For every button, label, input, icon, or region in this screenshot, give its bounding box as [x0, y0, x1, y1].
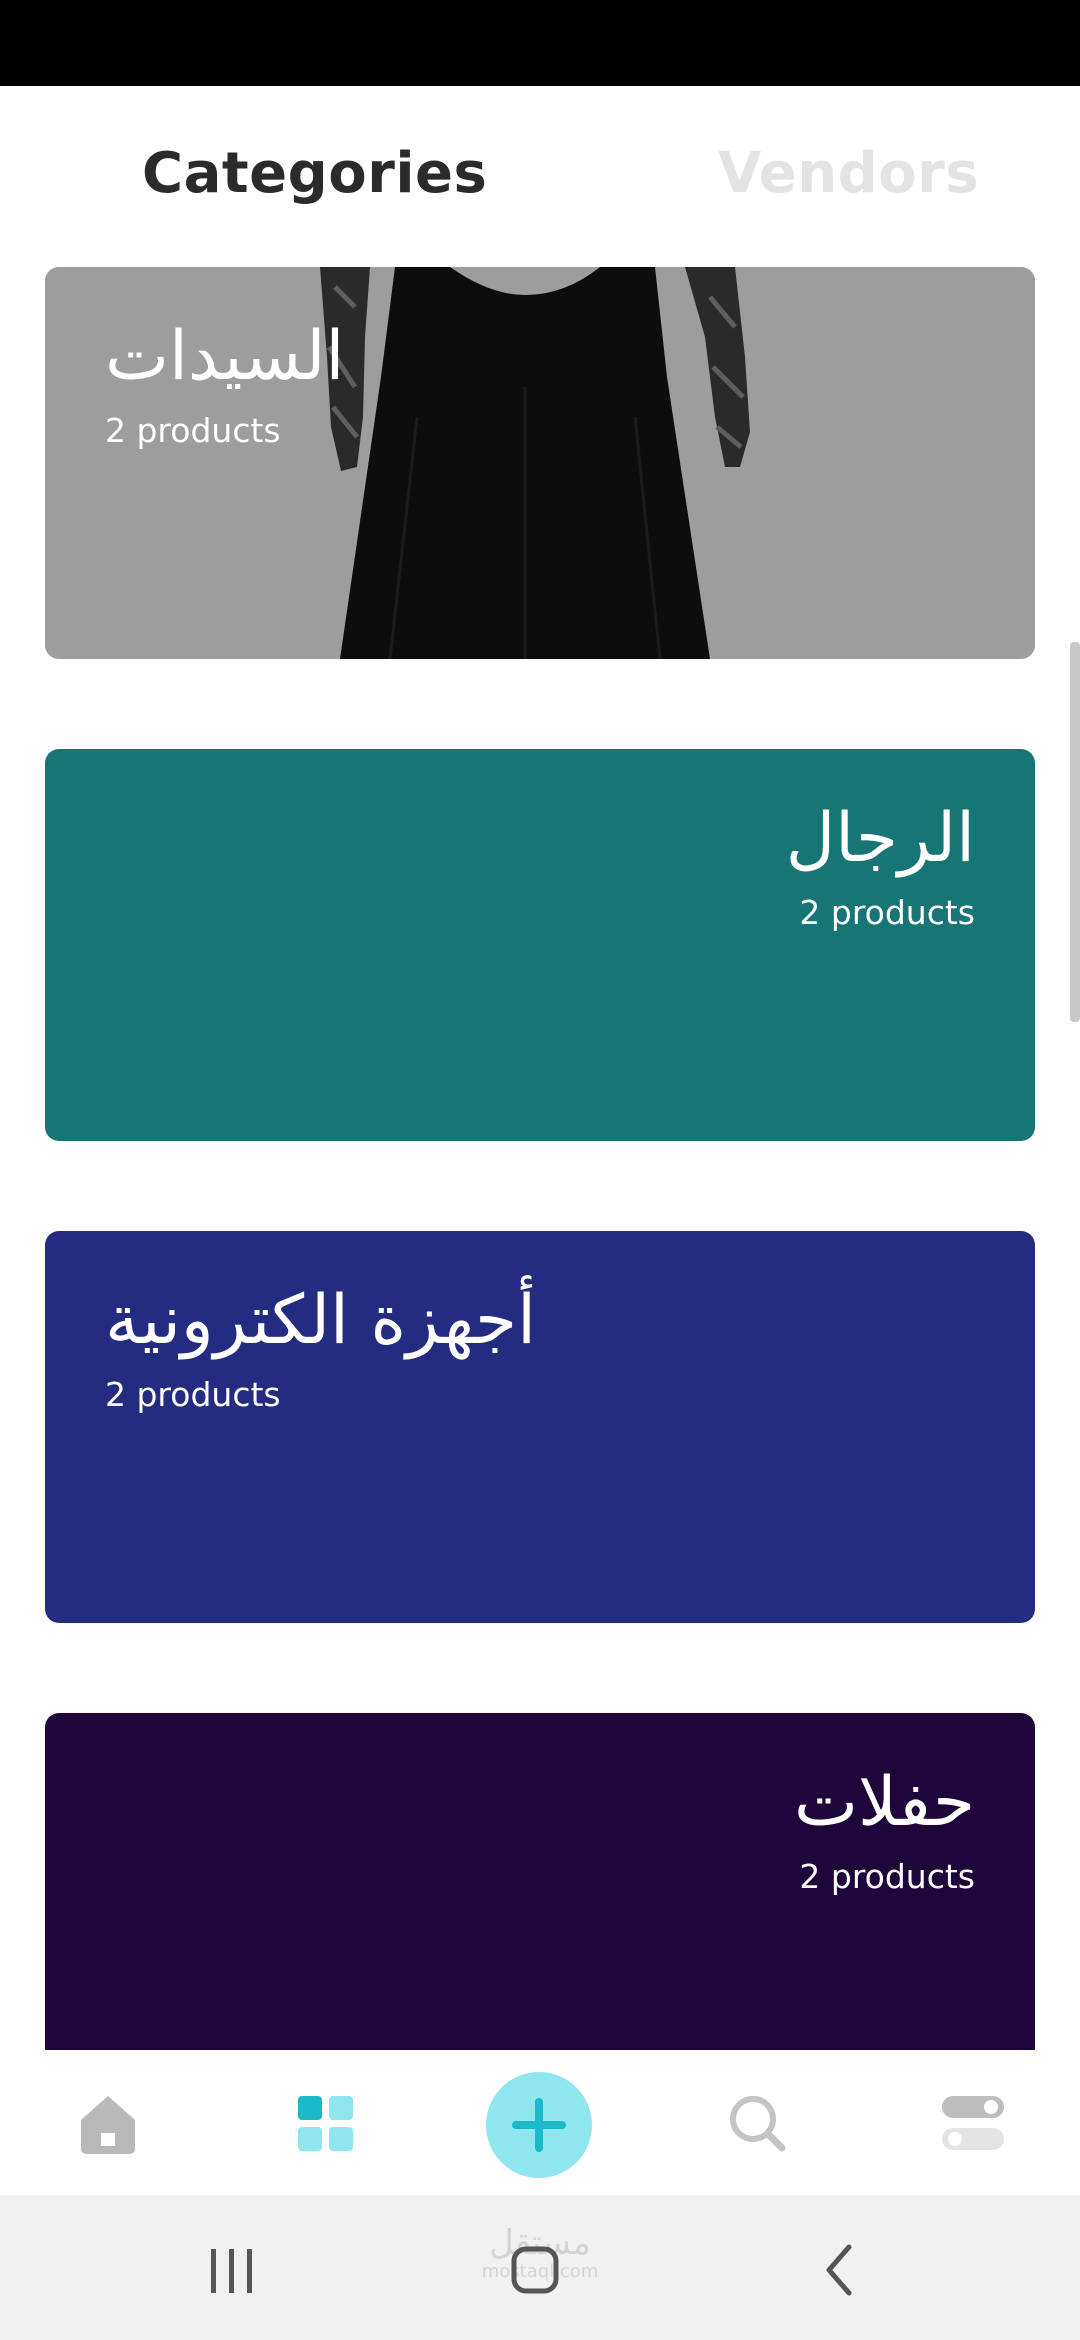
- scrollbar[interactable]: [1070, 642, 1080, 1022]
- add-button[interactable]: [486, 2072, 592, 2178]
- product-count: 2 products: [105, 411, 281, 450]
- category-text: السيدات 2 products: [105, 307, 344, 453]
- category-card-women[interactable]: السيدات 2 products: [45, 267, 1035, 659]
- category-card-parties[interactable]: حفلات 2 products: [45, 1713, 1035, 2053]
- search-icon[interactable]: [712, 2078, 802, 2168]
- product-count: 2 products: [799, 1857, 975, 1896]
- bottom-navigation: [0, 2050, 1080, 2195]
- tab-categories[interactable]: Categories: [142, 124, 487, 224]
- category-title: الرجال: [785, 799, 975, 878]
- category-title: أجهزة الكترونية: [105, 1281, 536, 1360]
- back-icon[interactable]: [805, 2235, 875, 2305]
- top-tabs: Categories Vendors: [0, 86, 1080, 266]
- category-card-electronics[interactable]: أجهزة الكترونية 2 products: [45, 1231, 1035, 1623]
- category-text: أجهزة الكترونية 2 products: [105, 1271, 536, 1417]
- tab-vendors[interactable]: Vendors: [718, 124, 979, 224]
- category-text: الرجال 2 products: [786, 789, 975, 935]
- system-navigation-bar: مستقل mostaql.com: [0, 2195, 1080, 2340]
- recent-apps-icon[interactable]: [197, 2235, 267, 2305]
- settings-toggle-icon[interactable]: [928, 2078, 1018, 2168]
- add-icon: [512, 2098, 566, 2152]
- category-title: السيدات: [105, 317, 345, 396]
- product-count: 2 products: [105, 1375, 281, 1414]
- status-bar: [0, 0, 1080, 86]
- categories-grid-icon[interactable]: [280, 2078, 370, 2168]
- system-home-icon[interactable]: [500, 2235, 570, 2305]
- category-card-men[interactable]: الرجال 2 products: [45, 749, 1035, 1141]
- category-title: حفلات: [793, 1763, 975, 1842]
- category-text: حفلات 2 products: [794, 1753, 975, 1899]
- home-icon[interactable]: [63, 2078, 153, 2168]
- product-count: 2 products: [799, 893, 975, 932]
